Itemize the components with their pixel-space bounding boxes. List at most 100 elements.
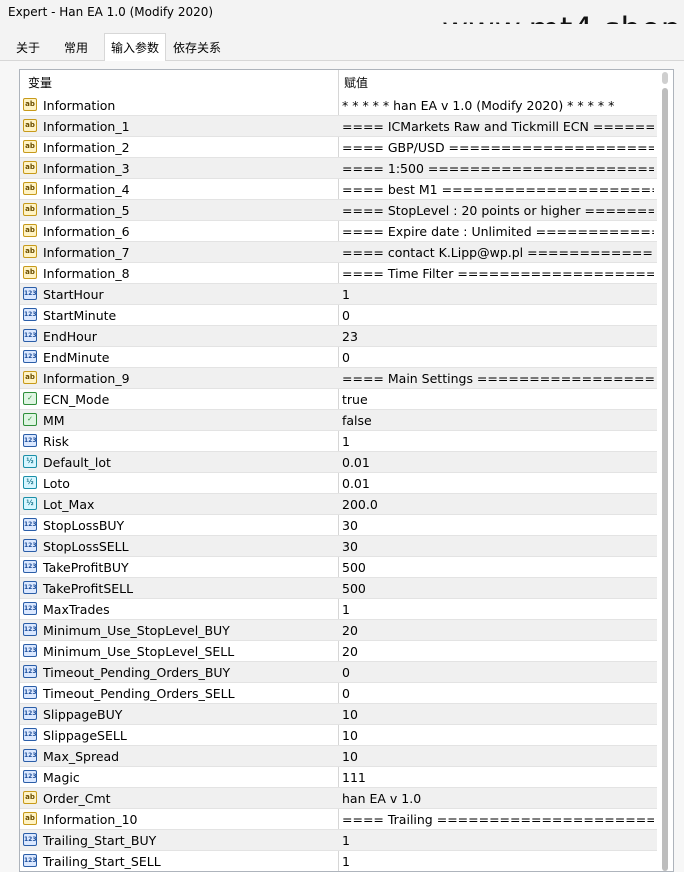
parameter-value[interactable]: 10: [342, 725, 654, 746]
table-row[interactable]: ✓ ECN_Mode true: [20, 389, 657, 410]
table-row[interactable]: ab Information_1 ==== ICMarkets Raw and Ti…: [20, 116, 657, 137]
table-row[interactable]: ab Information_9 ==== Main Settings ======…: [20, 368, 657, 389]
string-type-icon: ab: [23, 203, 37, 216]
parameter-name: TakeProfitBUY: [43, 560, 129, 575]
parameter-value[interactable]: 0.01: [342, 452, 654, 473]
string-type-icon: ab: [23, 266, 37, 279]
table-row[interactable]: ab Information_5 ==== StopLevel : 20 point…: [20, 200, 657, 221]
table-row[interactable]: ab Information * * * * * han EA v 1.0 (Mod…: [20, 95, 657, 116]
table-row[interactable]: ab Information_4 ==== best M1 ============…: [20, 179, 657, 200]
parameter-value[interactable]: han EA v 1.0: [342, 788, 654, 809]
parameter-value[interactable]: 500: [342, 557, 654, 578]
table-row[interactable]: ab Information_7 ==== contact K.Lipp@wp.pl…: [20, 242, 657, 263]
table-row[interactable]: 123 MaxTrades 1: [20, 599, 657, 620]
parameter-value[interactable]: ==== Time Filter ====================...: [342, 263, 654, 284]
parameter-value[interactable]: 0: [342, 347, 654, 368]
parameter-value[interactable]: 111: [342, 767, 654, 788]
integer-type-icon: 123: [23, 518, 37, 531]
parameter-name: Information_3: [43, 161, 130, 176]
table-row[interactable]: 123 StartHour 1: [20, 284, 657, 305]
table-row[interactable]: ab Information_2 ==== GBP/USD ============…: [20, 137, 657, 158]
table-row[interactable]: ab Information_3 ==== 1:500 ==============…: [20, 158, 657, 179]
parameter-value[interactable]: 10: [342, 746, 654, 767]
table-row[interactable]: 123 Timeout_Pending_Orders_SELL 0: [20, 683, 657, 704]
table-row[interactable]: ½ Loto 0.01: [20, 473, 657, 494]
parameter-value[interactable]: ==== 1:500 ========================...: [342, 158, 654, 179]
table-row[interactable]: 123 TakeProfitSELL 500: [20, 578, 657, 599]
parameter-value[interactable]: 1: [342, 830, 654, 851]
parameter-value[interactable]: 10: [342, 704, 654, 725]
parameter-value[interactable]: 1: [342, 851, 654, 871]
parameter-value[interactable]: true: [342, 389, 654, 410]
parameter-value[interactable]: 500: [342, 578, 654, 599]
table-row[interactable]: ab Information_10 ==== Trailing ==========…: [20, 809, 657, 830]
table-row[interactable]: 123 Minimum_Use_StopLevel_SELL 20: [20, 641, 657, 662]
integer-type-icon: 123: [23, 665, 37, 678]
table-row[interactable]: 123 TakeProfitBUY 500: [20, 557, 657, 578]
parameter-value[interactable]: 23: [342, 326, 654, 347]
table-row[interactable]: 123 SlippageSELL 10: [20, 725, 657, 746]
table-row[interactable]: ½ Default_lot 0.01: [20, 452, 657, 473]
parameter-name: Default_lot: [43, 455, 111, 470]
table-row[interactable]: 123 EndMinute 0: [20, 347, 657, 368]
parameter-value[interactable]: ==== Main Settings ===================..…: [342, 368, 654, 389]
boolean-type-icon: ✓: [23, 392, 37, 405]
parameter-value[interactable]: 1: [342, 284, 654, 305]
table-row[interactable]: 123 Risk 1: [20, 431, 657, 452]
scrollbar-arrow[interactable]: [662, 72, 668, 84]
table-row[interactable]: 123 Minimum_Use_StopLevel_BUY 20: [20, 620, 657, 641]
table-row[interactable]: 123 Timeout_Pending_Orders_BUY 0: [20, 662, 657, 683]
double-type-icon: ½: [23, 455, 37, 468]
parameter-value[interactable]: 30: [342, 536, 654, 557]
tab-common[interactable]: 常用: [56, 36, 96, 61]
table-row[interactable]: 123 Max_Spread 10: [20, 746, 657, 767]
vertical-scrollbar[interactable]: [657, 70, 673, 871]
parameter-value[interactable]: ==== contact K.Lipp@wp.pl ==============…: [342, 242, 654, 263]
table-row[interactable]: 123 Trailing_Start_BUY 1: [20, 830, 657, 851]
table-row[interactable]: 123 EndHour 23: [20, 326, 657, 347]
table-row[interactable]: ab Order_Cmt han EA v 1.0: [20, 788, 657, 809]
parameter-value[interactable]: 1: [342, 431, 654, 452]
table-row[interactable]: 123 StopLossSELL 30: [20, 536, 657, 557]
string-type-icon: ab: [23, 98, 37, 111]
parameter-name: Timeout_Pending_Orders_SELL: [43, 686, 235, 701]
parameter-value[interactable]: 20: [342, 620, 654, 641]
parameter-value[interactable]: 0: [342, 305, 654, 326]
table-row[interactable]: ab Information_8 ==== Time Filter ========…: [20, 263, 657, 284]
parameter-value[interactable]: 30: [342, 515, 654, 536]
parameter-name: Information_7: [43, 245, 130, 260]
tab-about[interactable]: 关于: [8, 36, 48, 61]
tab-dependencies[interactable]: 依存关系: [166, 36, 228, 61]
table-row[interactable]: 123 StartMinute 0: [20, 305, 657, 326]
parameter-value[interactable]: ==== GBP/USD ======================...: [342, 137, 654, 158]
integer-type-icon: 123: [23, 770, 37, 783]
parameter-value[interactable]: * * * * * han EA v 1.0 (Modify 2020) * *…: [342, 95, 654, 116]
string-type-icon: ab: [23, 245, 37, 258]
parameter-value[interactable]: 0.01: [342, 473, 654, 494]
tab-inputs[interactable]: 输入参数: [104, 33, 166, 62]
parameter-value[interactable]: false: [342, 410, 654, 431]
parameter-value[interactable]: 20: [342, 641, 654, 662]
scrollbar-thumb[interactable]: [662, 88, 668, 871]
table-row[interactable]: 123 StopLossBUY 30: [20, 515, 657, 536]
parameter-value[interactable]: 0: [342, 683, 654, 704]
parameter-value[interactable]: 200.0: [342, 494, 654, 515]
parameter-value[interactable]: 0: [342, 662, 654, 683]
table-row[interactable]: 123 Trailing_Start_SELL 1: [20, 851, 657, 871]
table-row[interactable]: ab Information_6 ==== Expire date : Unlimi…: [20, 221, 657, 242]
parameter-name: Trailing_Start_BUY: [43, 833, 157, 848]
table-row[interactable]: ✓ MM false: [20, 410, 657, 431]
table-row[interactable]: 123 SlippageBUY 10: [20, 704, 657, 725]
parameter-value[interactable]: ==== Expire date : Unlimited ===========…: [342, 221, 654, 242]
parameter-value[interactable]: ==== StopLevel : 20 points or higher ===…: [342, 200, 654, 221]
integer-type-icon: 123: [23, 539, 37, 552]
parameter-value[interactable]: ==== Trailing =====================...: [342, 809, 654, 830]
header-value[interactable]: 赋值: [344, 70, 368, 95]
header-variable[interactable]: 变量: [28, 70, 52, 95]
table-row[interactable]: 123 Magic 111: [20, 767, 657, 788]
table-row[interactable]: ½ Lot_Max 200.0: [20, 494, 657, 515]
parameter-value[interactable]: ==== ICMarkets Raw and Tickmill ECN ====…: [342, 116, 654, 137]
parameter-name: StopLossBUY: [43, 518, 125, 533]
parameter-value[interactable]: ==== best M1 ======================...: [342, 179, 654, 200]
parameter-value[interactable]: 1: [342, 599, 654, 620]
